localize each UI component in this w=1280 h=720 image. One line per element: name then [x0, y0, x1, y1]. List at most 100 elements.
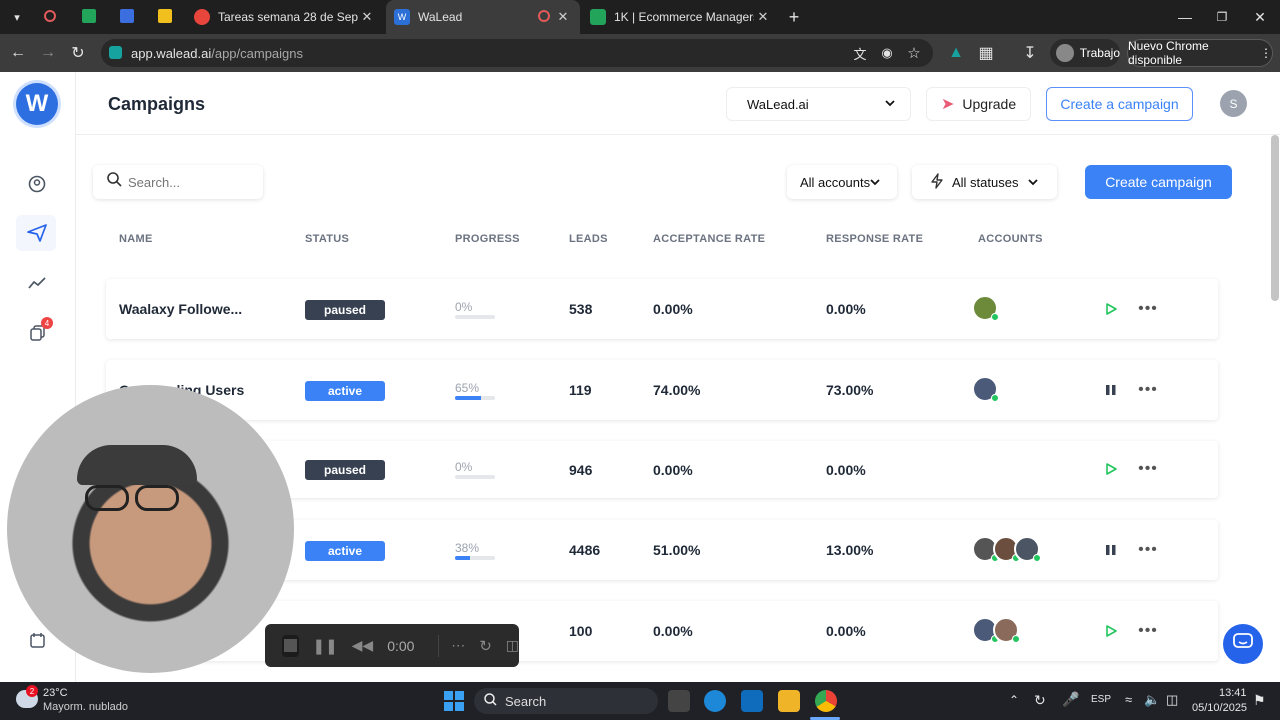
battery-icon[interactable]: ◫ [1166, 692, 1178, 708]
back-icon[interactable]: ← [7, 42, 29, 64]
pause-recording-icon[interactable]: ❚❚ [313, 637, 338, 655]
translate-icon[interactable]: 文 [849, 42, 871, 64]
profile-avatar [1056, 44, 1074, 62]
column-header-name[interactable]: NAME [119, 233, 153, 245]
bookmark-star-icon[interactable]: ☆ [903, 42, 925, 64]
file-explorer-icon[interactable] [778, 690, 800, 712]
language-indicator[interactable]: ESP [1091, 694, 1111, 705]
profile-nav-icon[interactable] [28, 175, 46, 198]
edge-icon[interactable] [704, 690, 726, 712]
play-icon[interactable] [1102, 299, 1120, 319]
templates-nav-icon[interactable]: 4 [30, 317, 53, 346]
accounts-filter-label: All accounts [800, 174, 871, 190]
statuses-filter[interactable]: All statuses [912, 165, 1057, 199]
more-options-icon[interactable]: ••• [1138, 621, 1158, 641]
column-header-progress[interactable]: PROGRESS [455, 233, 520, 245]
eye-off-icon[interactable]: ◉ [876, 42, 898, 64]
minimize-icon[interactable]: — [1174, 6, 1196, 28]
outlook-icon[interactable] [741, 690, 763, 712]
taskbar-search[interactable]: Search [474, 688, 658, 714]
clock-date[interactable]: 05/10/2025 [1192, 702, 1247, 714]
user-avatar[interactable]: S [1220, 90, 1247, 117]
close-icon[interactable]: ✕ [556, 10, 570, 24]
campaigns-nav-icon[interactable] [16, 215, 56, 251]
windows-taskbar: 2 23°C Mayorm. nublado Search ⌃ ↻ 🎤 ESP … [0, 682, 1280, 720]
pause-icon[interactable] [1102, 380, 1120, 400]
sheets-icon [590, 9, 606, 25]
column-header-acceptance-rate[interactable]: ACCEPTANCE RATE [653, 233, 765, 245]
extension-icon[interactable]: ▲ [945, 42, 967, 64]
page-scrollbar[interactable] [1271, 135, 1279, 301]
restart-icon[interactable]: ↻ [479, 637, 492, 655]
pinned-tab-slides-icon[interactable] [158, 9, 172, 23]
maximize-icon[interactable]: ❐ [1211, 6, 1233, 28]
close-icon[interactable]: ✕ [360, 10, 374, 24]
upgrade-button[interactable]: ➤ Upgrade [926, 87, 1031, 121]
tab-walead[interactable]: W WaLead ✕ [386, 0, 580, 34]
more-options-icon[interactable]: ••• [1138, 540, 1158, 560]
column-header-leads[interactable]: LEADS [569, 233, 608, 245]
screen-recorder-toolbar: ❚❚ ◀◀ 0:00 ⋯ ↻ ◫ [265, 624, 519, 667]
clock-time[interactable]: 13:41 [1219, 687, 1247, 699]
pinned-tab-docs-icon[interactable] [120, 9, 134, 23]
stop-icon[interactable] [282, 634, 299, 657]
avatar[interactable] [1014, 536, 1041, 562]
create-campaign-button[interactable]: Create campaign [1085, 165, 1232, 199]
progress-indicator: 65% [455, 381, 495, 400]
tab-label: WaLead [418, 10, 463, 24]
microphone-icon[interactable]: 🎤 [1062, 691, 1079, 708]
pinned-tab-sheets-icon[interactable] [82, 9, 96, 23]
new-tab-icon[interactable]: + [783, 6, 805, 28]
accounts-filter[interactable]: All accounts [787, 165, 897, 199]
volume-icon[interactable]: 🔈 [1144, 692, 1160, 708]
extensions-puzzle-icon[interactable]: ▦ [975, 42, 997, 64]
avatar[interactable] [972, 376, 999, 402]
analytics-nav-icon[interactable] [28, 276, 46, 295]
trash-icon[interactable]: ◫ [506, 637, 519, 654]
wifi-icon[interactable]: ≈ [1125, 692, 1132, 707]
pause-icon[interactable] [1102, 540, 1120, 560]
more-options-icon[interactable]: ••• [1138, 380, 1158, 400]
notifications-bell-icon[interactable]: ⚑ [1253, 692, 1266, 709]
walead-logo[interactable]: W [16, 83, 58, 125]
reload-icon[interactable]: ↻ [67, 42, 89, 64]
tab-ecommerce[interactable]: 1K | Ecommerce Managers & Su ✕ [582, 0, 780, 34]
play-icon[interactable] [1102, 459, 1120, 479]
play-icon[interactable] [1102, 621, 1120, 641]
site-info-icon[interactable] [109, 46, 122, 59]
update-chrome-button[interactable]: Nuevo Chrome disponible ⋮ [1127, 39, 1273, 67]
close-icon[interactable]: ✕ [756, 10, 770, 24]
acceptance-rate: 51.00% [653, 542, 701, 558]
create-a-campaign-button[interactable]: Create a campaign [1046, 87, 1193, 121]
avatar[interactable] [972, 295, 999, 321]
forward-icon[interactable]: → [37, 42, 59, 64]
tab-tareas[interactable]: Tareas semana 28 de Septiembre ✕ [186, 0, 384, 34]
workspace-select[interactable]: WaLead.ai [726, 87, 911, 121]
download-icon[interactable]: ↧ [1019, 42, 1041, 64]
task-view-icon[interactable] [668, 690, 690, 712]
account-avatars [972, 536, 1041, 562]
chrome-icon[interactable] [815, 690, 837, 712]
more-options-icon[interactable]: ••• [1138, 299, 1158, 319]
campaign-row[interactable]: Waalaxy Followe... paused 0% 538 0.00% 0… [106, 279, 1218, 339]
grid-icon[interactable]: ⋯ [451, 637, 465, 654]
profile-button[interactable]: Trabajo [1050, 39, 1120, 67]
sync-icon[interactable]: ↻ [1034, 692, 1046, 709]
window-close-icon[interactable]: ✕ [1249, 6, 1271, 28]
campaign-row[interactable]: Outstanding Users active 65% 119 74.00% … [106, 360, 1218, 420]
chat-support-button[interactable] [1223, 624, 1263, 664]
avatar[interactable] [993, 617, 1020, 643]
rewind-icon[interactable]: ◀◀ [352, 637, 374, 654]
chevron-up-icon[interactable]: ⌃ [1009, 693, 1019, 707]
windows-start-icon[interactable] [444, 691, 464, 711]
column-header-response-rate[interactable]: RESPONSE RATE [826, 233, 923, 245]
more-options-icon[interactable]: ••• [1138, 459, 1158, 479]
search-box[interactable] [93, 165, 263, 199]
column-header-status[interactable]: STATUS [305, 233, 349, 245]
campaign-name[interactable]: Waalaxy Followe... [119, 279, 242, 339]
address-bar[interactable]: app.walead.ai/app/campaigns 文 ◉ ☆ [101, 39, 933, 67]
pinned-tab-record-icon[interactable] [44, 10, 56, 22]
tab-search-icon[interactable]: ▾ [6, 6, 28, 28]
calendar-nav-icon[interactable] [30, 632, 46, 653]
search-input[interactable] [128, 174, 248, 190]
